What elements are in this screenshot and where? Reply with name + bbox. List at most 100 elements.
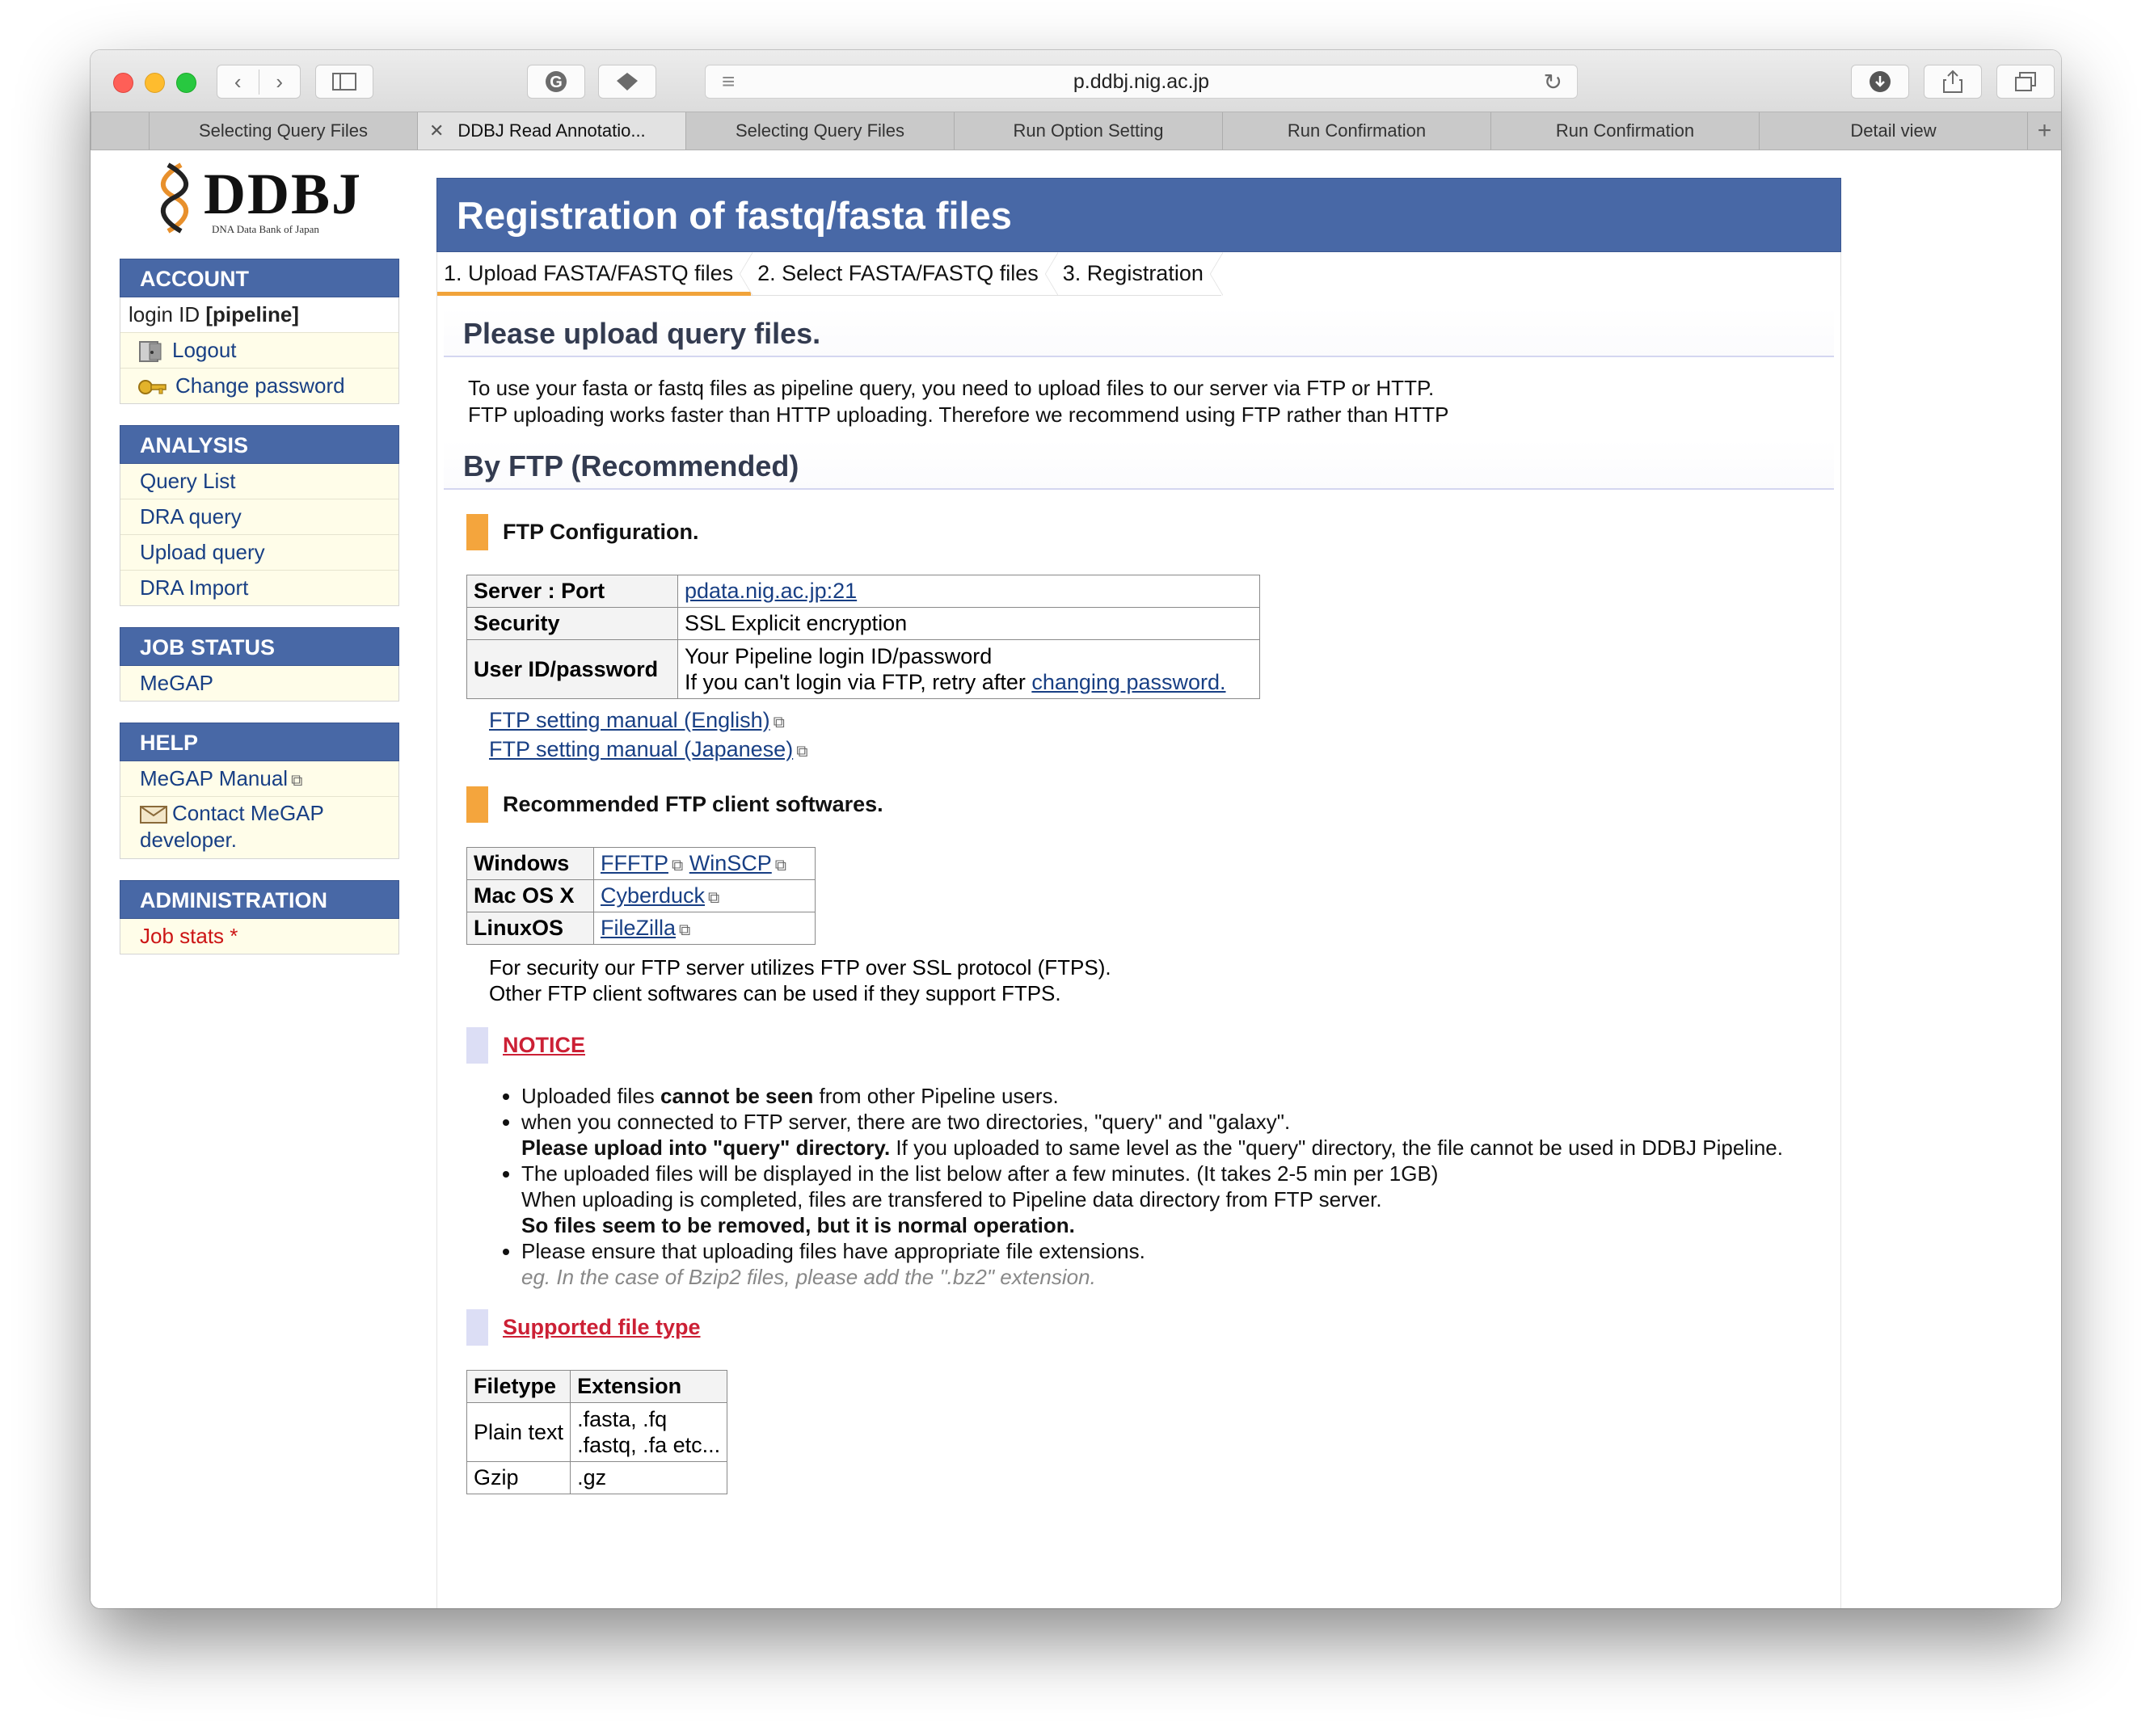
tabs-overview-button[interactable] xyxy=(1996,65,2055,99)
userid-label: User ID/password xyxy=(466,639,678,699)
sidebar-item-contact-developer[interactable]: Contact MeGAP developer. xyxy=(120,797,398,858)
manual-link-english[interactable]: FTP setting manual (English) ⧉ xyxy=(489,707,1834,736)
ftp-clients-heading: Recommended FTP client softwares. xyxy=(466,786,1834,823)
sidebar-item-job-stats[interactable]: Job stats * xyxy=(120,919,398,954)
filetype-plain: Plain text xyxy=(466,1402,571,1462)
external-link-icon: ⧉ xyxy=(774,857,787,874)
dna-helix-icon xyxy=(160,162,189,234)
table-row: Filetype Extension xyxy=(466,1370,728,1403)
login-id-value: [pipeline] xyxy=(205,302,299,327)
tab-detail-view[interactable]: Detail view xyxy=(1759,112,2027,150)
windows-apps: FFFTP ⧉ WinSCP ⧉ xyxy=(592,847,816,880)
sidebar-item-query-list[interactable]: Query List xyxy=(120,464,398,499)
col-filetype: Filetype xyxy=(466,1370,571,1403)
tab-run-confirmation-2[interactable]: Run Confirmation xyxy=(1490,112,1759,150)
server-port-label: Server : Port xyxy=(466,575,678,608)
browser-window: ‹ › G ≡ p.ddbj.nig.ac.jp ↻ Selecting Que… xyxy=(91,50,2061,1608)
minimize-window-button[interactable] xyxy=(145,73,165,93)
sidebar-toggle-button[interactable] xyxy=(315,65,373,99)
sidebar-item-megap-manual[interactable]: MeGAP Manual ⧉ xyxy=(120,761,398,797)
ftp-config-table: Server : Port pdata.nig.ac.jp:21 Securit… xyxy=(466,575,1260,699)
linux-apps: FileZilla ⧉ xyxy=(592,912,816,945)
section-marker xyxy=(466,1027,488,1064)
back-icon[interactable]: ‹ xyxy=(217,69,259,95)
extension-button[interactable] xyxy=(598,65,656,99)
table-row: Gzip .gz xyxy=(466,1461,728,1494)
cyberduck-link[interactable]: Cyberduck xyxy=(601,883,705,908)
login-id-prefix: login ID xyxy=(129,302,206,327)
main-area: Registration of fastq/fasta files 1. Upl… xyxy=(436,178,1841,1608)
sidebar-item-dra-import[interactable]: DRA Import xyxy=(120,571,398,605)
security-value: SSL Explicit encryption xyxy=(677,607,1260,640)
sidebar-item-logout[interactable]: Logout xyxy=(120,333,398,369)
notice-2-line-1: when you connected to FTP server, there … xyxy=(521,1110,1291,1134)
tab-selecting-query-files-2[interactable]: Selecting Query Files xyxy=(685,112,954,150)
list-item: Uploaded files cannot be seen from other… xyxy=(521,1083,1834,1109)
tab-spacer xyxy=(91,112,149,150)
ftps-note: For security our FTP server utilizes FTP… xyxy=(489,954,1834,1006)
tab-run-confirmation-1[interactable]: Run Confirmation xyxy=(1222,112,1490,150)
ffftp-link[interactable]: FFFTP xyxy=(601,851,668,875)
notice-1-c: from other Pipeline users. xyxy=(813,1084,1059,1108)
reload-icon[interactable]: ↻ xyxy=(1544,69,1562,95)
ftp-config-heading-text: FTP Configuration. xyxy=(503,520,699,544)
supported-filetype-link[interactable]: Supported file type xyxy=(503,1315,701,1340)
section-marker xyxy=(466,786,488,823)
key-icon xyxy=(138,380,167,395)
notice-3-bold: So files seem to be removed, but it is n… xyxy=(521,1213,1075,1237)
extension-plain: .fasta, .fq .fastq, .fa etc... xyxy=(570,1402,728,1462)
address-bar[interactable]: ≡ p.ddbj.nig.ac.jp ↻ xyxy=(705,65,1578,99)
notice-2-line-2: Please upload into "query" directory. If… xyxy=(521,1135,1834,1161)
notice-3-line-1: The uploaded files will be displayed in … xyxy=(521,1161,1439,1186)
notice-4-line-1: Please ensure that uploading files have … xyxy=(521,1239,1145,1263)
sidebar: ACCOUNT login ID [pipeline] Logout Chang… xyxy=(120,259,399,954)
downloads-button[interactable] xyxy=(1851,65,1909,99)
intro-line-2: FTP uploading works faster than HTTP upl… xyxy=(468,402,1449,427)
notice-2-rest: If you uploaded to same level as the "qu… xyxy=(890,1136,1783,1160)
external-link-icon: ⧉ xyxy=(708,889,720,907)
userid-value: Your Pipeline login ID/password If you c… xyxy=(677,639,1260,699)
sidebar-item-megap[interactable]: MeGAP xyxy=(120,666,398,701)
ftp-clients-table: Windows FFFTP ⧉ WinSCP ⧉ Mac OS X Cyberduc… xyxy=(466,847,816,945)
filezilla-link[interactable]: FileZilla xyxy=(601,916,676,940)
list-item: when you connected to FTP server, there … xyxy=(521,1109,1834,1161)
ddbj-logo[interactable]: DDBJ DNA Data Bank of Japan xyxy=(150,158,360,239)
step-upload: 1. Upload FASTA/FASTQ files xyxy=(437,252,753,296)
notice-link[interactable]: NOTICE xyxy=(503,1033,585,1058)
server-link[interactable]: pdata.nig.ac.jp:21 xyxy=(685,579,857,603)
share-button[interactable] xyxy=(1924,65,1982,99)
reader-icon[interactable]: ≡ xyxy=(722,69,735,95)
manual-link-japanese[interactable]: FTP setting manual (Japanese) ⧉ xyxy=(489,736,1834,765)
security-label: Security xyxy=(466,607,678,640)
sidebar-item-dra-query[interactable]: DRA query xyxy=(120,499,398,535)
sidebar-heading-account: ACCOUNT xyxy=(120,259,399,297)
table-row: Windows FFFTP ⧉ WinSCP ⧉ xyxy=(466,847,816,880)
tab-ddbj-read-annotation[interactable]: ✕ DDBJ Read Annotatio... xyxy=(417,112,685,150)
notice-list: Uploaded files cannot be seen from other… xyxy=(473,1083,1834,1290)
manual-link-japanese-text[interactable]: FTP setting manual (Japanese) xyxy=(489,737,793,761)
grammarly-extension-button[interactable]: G xyxy=(527,65,585,99)
winscp-link[interactable]: WinSCP xyxy=(689,851,772,875)
content-panel: Please upload query files. To use your f… xyxy=(436,296,1841,1608)
section-marker xyxy=(466,514,488,550)
external-link-icon: ⧉ xyxy=(678,921,691,939)
close-window-button[interactable] xyxy=(113,73,133,93)
new-tab-button[interactable]: + xyxy=(2027,112,2061,150)
external-link-icon: ⧉ xyxy=(671,857,684,874)
userid-line-1: Your Pipeline login ID/password xyxy=(685,644,993,668)
zoom-window-button[interactable] xyxy=(176,73,196,93)
help-section: MeGAP Manual ⧉ Contact MeGAP developer. xyxy=(120,761,399,859)
close-tab-icon[interactable]: ✕ xyxy=(429,120,444,141)
sidebar-item-upload-query[interactable]: Upload query xyxy=(120,535,398,571)
notice-heading: NOTICE xyxy=(466,1027,1834,1064)
tab-run-option-setting[interactable]: Run Option Setting xyxy=(954,112,1222,150)
sidebar-item-change-password[interactable]: Change password xyxy=(120,369,398,403)
door-icon xyxy=(139,341,162,363)
changing-password-link[interactable]: changing password. xyxy=(1031,670,1225,694)
os-linux: LinuxOS xyxy=(466,912,594,945)
tab-selecting-query-files-1[interactable]: Selecting Query Files xyxy=(149,112,417,150)
sidebar-heading-help: HELP xyxy=(120,723,399,761)
manual-link-english-text[interactable]: FTP setting manual (English) xyxy=(489,708,770,732)
table-row: Security SSL Explicit encryption xyxy=(466,607,1260,640)
forward-icon[interactable]: › xyxy=(259,70,301,95)
